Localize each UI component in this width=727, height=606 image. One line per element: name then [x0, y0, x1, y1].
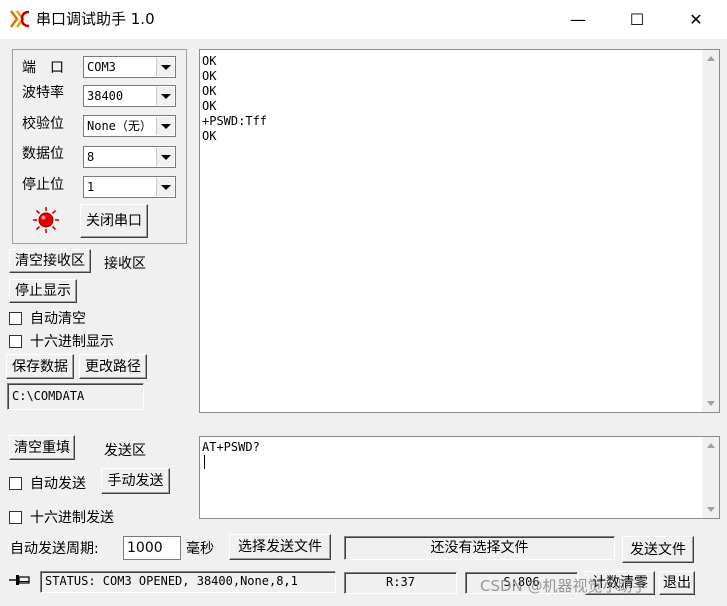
file-status-display: 还没有选择文件 [344, 536, 615, 560]
stop-bits-label: 停止位 [22, 177, 64, 193]
auto-clear-label: 自动清空 [30, 311, 86, 327]
receive-area-label: 接收区 [104, 256, 146, 272]
receive-content: OK OK OK OK +PSWD:Tff OK [200, 50, 719, 144]
checkbox-box[interactable] [9, 510, 22, 524]
exit-button[interactable]: 退出 [659, 571, 695, 595]
receive-line: +PSWD:Tff [202, 114, 268, 128]
chevron-down-icon[interactable] [156, 178, 174, 196]
baud-value: 38400 [87, 89, 124, 103]
hex-display-label: 十六进制显示 [30, 334, 114, 350]
stop-bits-value: 1 [87, 180, 95, 194]
checkbox-box[interactable] [9, 311, 22, 325]
receive-line: OK [202, 54, 217, 68]
port-select[interactable]: COM3 [83, 56, 176, 78]
baud-select[interactable]: 38400 [83, 85, 176, 107]
send-period-label: 自动发送周期: [10, 541, 99, 557]
clear-send-button[interactable]: 清空重填 [9, 435, 75, 460]
watermark: CSDN @机器视觉小助手 [480, 577, 648, 595]
data-bits-value: 8 [87, 150, 95, 164]
choose-send-file-button[interactable]: 选择发送文件 [229, 534, 331, 560]
data-bits-label: 数据位 [22, 146, 64, 162]
auto-clear-checkbox[interactable]: 自动清空 [9, 308, 86, 328]
receive-line: OK [202, 129, 217, 143]
receive-line: OK [202, 99, 217, 113]
port-value: COM3 [87, 60, 116, 74]
maximize-icon: ☐ [629, 10, 645, 29]
chevron-down-icon[interactable] [156, 148, 174, 166]
status-text: STATUS: COM3 OPENED, 38400,None,8,1 [40, 571, 336, 593]
send-text: AT+PSWD? [202, 440, 260, 454]
parity-label: 校验位 [22, 116, 64, 132]
receive-line: OK [202, 84, 217, 98]
save-data-button[interactable]: 保存数据 [6, 354, 74, 379]
send-period-input[interactable]: 1000 [123, 536, 181, 560]
manual-send-button[interactable]: 手动发送 [101, 468, 170, 494]
chevron-down-icon[interactable] [156, 58, 174, 76]
checkbox-box[interactable] [9, 334, 22, 348]
window-title: 串口调试助手 1.0 [36, 10, 155, 28]
app-logo-icon [9, 9, 31, 29]
stop-display-button[interactable]: 停止显示 [9, 279, 77, 303]
port-status-led-icon [32, 206, 60, 234]
parity-select[interactable]: None（无） [83, 115, 176, 137]
chevron-down-icon[interactable] [156, 87, 174, 105]
scroll-up-icon[interactable] [702, 437, 719, 454]
text-cursor [204, 455, 205, 469]
maximize-button[interactable]: ☐ [614, 0, 660, 39]
hex-send-label: 十六进制发送 [30, 510, 114, 526]
checkbox-box[interactable] [9, 476, 22, 490]
hex-display-checkbox[interactable]: 十六进制显示 [9, 331, 114, 351]
save-path-display: C:\COMDATA [7, 383, 144, 410]
stop-bits-select[interactable]: 1 [83, 176, 176, 198]
auto-send-checkbox[interactable]: 自动发送 [9, 473, 86, 493]
scroll-up-icon[interactable] [702, 50, 719, 67]
scroll-down-icon[interactable] [702, 395, 719, 412]
send-file-button[interactable]: 发送文件 [622, 536, 694, 563]
auto-send-label: 自动发送 [30, 476, 86, 492]
title-bar[interactable]: 串口调试助手 1.0 — ☐ ✕ [0, 0, 727, 39]
send-textarea[interactable]: AT+PSWD? [199, 436, 720, 519]
minimize-icon: — [570, 10, 586, 29]
baud-label: 波特率 [22, 85, 64, 101]
close-icon: ✕ [689, 10, 703, 29]
close-button[interactable]: ✕ [673, 0, 719, 39]
port-label: 端 口 [22, 60, 64, 76]
send-scrollbar[interactable] [702, 437, 719, 518]
chevron-down-icon[interactable] [156, 117, 174, 135]
send-area-label: 发送区 [104, 443, 146, 459]
change-path-button[interactable]: 更改路径 [79, 354, 147, 379]
minimize-button[interactable]: — [555, 0, 601, 39]
rx-count: R:37 [344, 572, 457, 594]
scroll-down-icon[interactable] [702, 501, 719, 518]
clear-receive-button[interactable]: 清空接收区 [9, 249, 91, 273]
receive-textarea[interactable]: OK OK OK OK +PSWD:Tff OK [199, 49, 720, 413]
data-bits-select[interactable]: 8 [83, 146, 176, 168]
receive-scrollbar[interactable] [702, 50, 719, 412]
period-unit-label: 毫秒 [186, 541, 214, 557]
hex-send-checkbox[interactable]: 十六进制发送 [9, 507, 114, 527]
parity-value: None（无） [87, 119, 152, 133]
close-port-button[interactable]: 关闭串口 [80, 204, 148, 238]
receive-line: OK [202, 69, 217, 83]
pin-icon[interactable] [8, 572, 32, 588]
